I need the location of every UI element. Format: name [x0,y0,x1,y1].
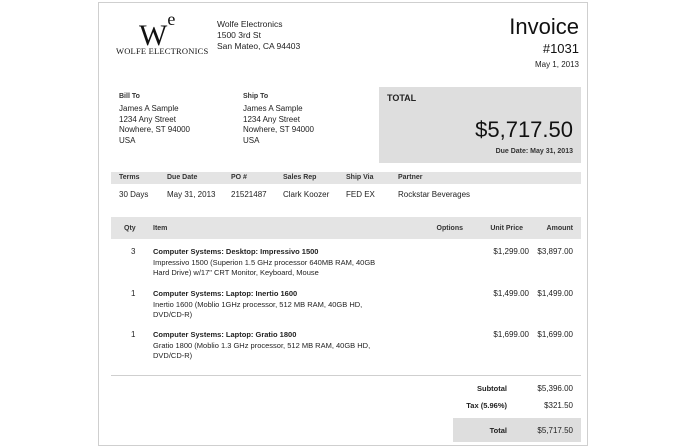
company-address: Wolfe Electronics 1500 3rd St San Mateo,… [217,19,300,52]
item-qty: 3 [131,247,136,256]
item-description: Gratio 1800 (Moblio 1.3 GHz processor, 5… [153,341,371,360]
bill-to-line: 1234 Any Street [119,114,176,124]
terms-header: Ship Via [346,174,374,181]
item-qty: 1 [131,289,136,298]
terms-value: 30 Days [119,190,149,199]
tax-label: Tax (5.96%) [466,401,507,410]
terms-value: FED EX [346,190,375,199]
bill-to-label: Bill To [119,93,140,100]
item-description: Impressivo 1500 (Superion 1.5 GHz proces… [153,258,376,277]
bill-to-line: James A Sample [119,104,179,113]
item-qty: 1 [131,330,136,339]
item-unit-price: $1,499.00 [493,289,529,298]
items-header: Unit Price [490,225,523,232]
ship-to-label: Ship To [243,93,269,100]
terms-header: PO # [231,174,247,181]
grand-total-label: Total [489,426,507,435]
item-title: Computer Systems: Laptop: Gratio 1800 [153,330,297,339]
tax-value: $321.50 [544,401,573,410]
ship-to-line: James A Sample [243,104,303,113]
invoice-number: #1031 [542,41,579,56]
terms-header: Terms [119,174,140,181]
subtotal-value: $5,396.00 [537,384,573,393]
grand-total-value: $5,717.50 [537,426,573,435]
terms-header: Due Date [167,174,198,181]
terms-value: Clark Koozer [283,190,330,199]
item-unit-price: $1,699.00 [493,330,529,339]
total-box-label: TOTAL [387,93,417,103]
item-title: Computer Systems: Laptop: Inertio 1600 [153,289,298,298]
logo-mark-sup: e [167,9,176,29]
ship-to-block: Ship To James A Sample 1234 Any Street N… [243,93,314,146]
terms-value: 21521487 [231,190,267,199]
items-divider [111,375,581,376]
item-unit-price: $1,299.00 [493,247,529,256]
ship-to-line: Nowhere, ST 94000 [243,125,315,134]
items-header-bar: Qty Item Options Unit Price Amount [111,217,581,239]
company-street: 1500 3rd St [217,30,261,40]
terms-value: May 31, 2013 [167,190,216,199]
grand-total-bar: Total $5,717.50 [453,418,581,442]
terms-value: Rockstar Beverages [398,190,471,199]
ship-to-line: 1234 Any Street [243,114,300,124]
items-header: Amount [546,225,573,232]
terms-header: Sales Rep [283,174,317,181]
invoice-date: May 1, 2013 [534,60,579,69]
item-amount: $3,897.00 [537,247,573,256]
items-header: Options [436,225,463,232]
company-city: San Mateo, CA 94403 [217,41,301,51]
invoice-title: Invoice [509,14,579,39]
items-header: Qty [124,225,136,232]
total-box-amount: $5,717.50 [475,117,573,142]
total-box: TOTAL $5,717.50 Due Date: May 31, 2013 [379,87,581,163]
item-title: Computer Systems: Desktop: Impressivo 15… [153,247,319,256]
item-amount: $1,499.00 [537,289,573,298]
ship-to-line: USA [243,135,260,145]
bill-to-block: Bill To James A Sample 1234 Any Street N… [119,93,190,146]
terms-header-bar: Terms Due Date PO # Sales Rep Ship Via P… [111,172,581,184]
subtotal-label: Subtotal [477,384,507,393]
item-description: Inertio 1600 (Moblio 1GHz processor, 512… [153,300,363,319]
bill-to-line: USA [119,135,136,145]
item-amount: $1,699.00 [537,330,573,339]
total-box-due-date: Due Date: May 31, 2013 [495,148,573,155]
invoice-page: We WOLFE ELECTRONICS Wolfe Electronics 1… [98,2,588,446]
logo-company-name: WOLFE ELECTRONICS [116,46,209,56]
items-header: Item [153,225,168,232]
company-name: Wolfe Electronics [217,19,283,29]
terms-header: Partner [398,174,423,181]
bill-to-line: Nowhere, ST 94000 [119,125,191,134]
